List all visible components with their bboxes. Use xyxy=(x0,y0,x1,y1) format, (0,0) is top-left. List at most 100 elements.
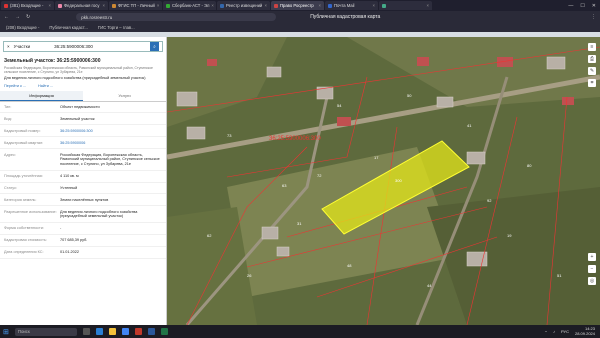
close-icon[interactable]: × xyxy=(319,3,321,8)
close-icon[interactable]: × xyxy=(427,3,429,8)
zoom-in-icon[interactable]: + xyxy=(588,253,596,261)
bookmark-item[interactable]: (208) Входящие - xyxy=(6,25,39,30)
bookmark-item[interactable]: ГИС Торги – глав... xyxy=(98,25,135,30)
search-icon[interactable]: ⌕ xyxy=(150,42,159,51)
attribute-key: Тип: xyxy=(4,104,12,109)
locate-icon[interactable]: ◎ xyxy=(588,277,596,285)
search-type-select[interactable]: Участки xyxy=(14,44,31,49)
close-icon[interactable]: × xyxy=(49,3,51,8)
tab-info[interactable]: Информация xyxy=(0,90,83,101)
chrome-icon[interactable] xyxy=(121,328,129,335)
back-icon[interactable]: ← xyxy=(4,14,9,20)
parcel-number: 62 xyxy=(207,233,212,238)
yandex-icon[interactable] xyxy=(134,328,142,335)
task-view-icon[interactable] xyxy=(82,328,90,335)
attribute-key: Кадастровый номер: xyxy=(4,128,41,133)
parcel-number: 48 xyxy=(347,263,352,268)
maximize-icon[interactable]: ☐ xyxy=(580,3,584,9)
browser-tab[interactable]: Сбербанк-АСТ - Эл × xyxy=(163,1,216,10)
map-view[interactable]: 36:25:5900006:300 300 54 17 63 31 73 50 … xyxy=(167,37,600,325)
address-bar: ← → ↻ pkk.rosreestr.ru Публичная кадастр… xyxy=(0,11,600,23)
parcel-number: 92 xyxy=(487,198,492,203)
edit-icon[interactable]: ✎ xyxy=(588,67,596,75)
url-text: pkk.rosreestr.ru xyxy=(81,14,113,20)
tab-label: Право Росреестр xyxy=(280,3,314,8)
object-purpose: Для ведения личного подсобного хозяйства… xyxy=(4,76,146,80)
close-icon[interactable]: × xyxy=(157,3,159,8)
tab-label: (381) Входящие - xyxy=(10,3,44,8)
browser-tab[interactable]: ФГИС ТП - Личный × xyxy=(109,1,162,10)
attribute-row: Кадастровый квартал: 36:25:5900006 xyxy=(0,137,166,150)
bookmark-item[interactable]: Публичная кадаст... xyxy=(49,25,87,30)
minimize-icon[interactable]: — xyxy=(568,3,573,9)
browser-tab[interactable]: Реестр извещений × xyxy=(217,1,270,10)
excel-icon[interactable] xyxy=(160,328,168,335)
attribute-value[interactable]: 36:25:5900006:300 xyxy=(60,129,93,134)
search-input[interactable]: 36:25:5900006:300 xyxy=(54,44,93,49)
explorer-icon[interactable] xyxy=(108,328,116,335)
tab-services[interactable]: Услуги xyxy=(83,91,166,101)
taskbar-search-placeholder: Поиск xyxy=(17,329,30,334)
parcel-number: 50 xyxy=(407,93,412,98)
parcel-number: 44 xyxy=(427,283,432,288)
panel-links: Перейти к ... Найти ... xyxy=(0,83,166,89)
attribute-row: Разрешенное использование: Для ведения ли… xyxy=(0,206,166,223)
browser-tab[interactable]: × xyxy=(379,1,432,10)
clock-date: 28.09.2024 xyxy=(574,330,595,336)
browser-tab[interactable]: Почта Mail × xyxy=(325,1,378,10)
attribute-value: Земельный участок xyxy=(60,116,95,121)
browser-tab[interactable]: Право Росреестр × xyxy=(271,1,324,10)
attribute-row: Площадь уточнённая: 4 110 кв. м xyxy=(0,171,166,183)
menu-icon[interactable]: ⋮ xyxy=(591,14,596,20)
parcel-number: 63 xyxy=(282,183,287,188)
language-indicator[interactable]: РУС xyxy=(561,329,569,334)
close-window-icon[interactable]: ✕ xyxy=(592,3,596,9)
close-icon[interactable]: × xyxy=(211,3,213,8)
attribute-key: Кадастровая стоимость: xyxy=(4,238,47,243)
measure-icon[interactable]: ⌗ xyxy=(588,79,596,87)
browser-tab[interactable]: Федеральная госу × xyxy=(55,1,108,10)
attribute-row: Кадастровая стоимость: 707 685,39 руб. xyxy=(0,235,166,247)
attribute-value: Земли населённых пунктов xyxy=(60,197,109,202)
parcel-number: 31 xyxy=(297,221,302,226)
browser-tab-bar: (381) Входящие - × Федеральная госу × ФГИС… xyxy=(0,0,600,11)
zoom-out-icon[interactable]: − xyxy=(588,265,596,273)
volume-icon[interactable]: ♪ xyxy=(553,329,555,334)
close-icon[interactable]: × xyxy=(265,3,267,8)
close-icon[interactable]: × xyxy=(373,3,375,8)
tab-label: Сбербанк-АСТ - Эл xyxy=(172,3,210,8)
attribute-row: Тип: Объект недвижимости xyxy=(0,102,166,114)
edge-icon[interactable] xyxy=(95,328,103,335)
attribute-value: Для ведения личного подсобного хозяйства… xyxy=(60,209,138,219)
print-icon[interactable]: ⎙ xyxy=(588,55,596,63)
parcel-number: 72 xyxy=(317,173,322,178)
search-bar[interactable]: × Участки 36:25:5900006:300 ⌕ xyxy=(3,41,163,52)
satellite-map[interactable]: 36:25:5900006:300 300 54 17 63 31 73 50 … xyxy=(167,37,600,325)
link-find[interactable]: Найти ... xyxy=(38,84,53,88)
reload-icon[interactable]: ↻ xyxy=(26,14,30,20)
forward-icon[interactable]: → xyxy=(15,14,20,20)
object-title: Земельный участок: 36:25:5900006:300 xyxy=(4,58,101,64)
parcel-number: 17 xyxy=(374,155,379,160)
attribute-row: Дата определения КС: 01.01.2022 xyxy=(0,247,166,259)
word-icon[interactable] xyxy=(147,328,155,335)
browser-tab[interactable]: (381) Входящие - × xyxy=(1,1,54,10)
attribute-key: Вид: xyxy=(4,116,12,121)
windows-start-icon[interactable]: ⊞ xyxy=(3,328,9,336)
attribute-key: Статус: xyxy=(4,185,18,190)
url-field[interactable]: pkk.rosreestr.ru xyxy=(76,13,277,21)
close-icon[interactable]: × xyxy=(7,44,10,49)
taskbar-search[interactable]: Поиск xyxy=(14,327,77,336)
clock[interactable]: 14:23 28.09.2024 xyxy=(574,326,595,336)
info-panel: × Участки 36:25:5900006:300 ⌕ Земельный … xyxy=(0,37,167,325)
wifi-icon[interactable]: ◔ xyxy=(545,329,547,334)
attribute-row: Форма собственности: - xyxy=(0,223,166,235)
link-go-to[interactable]: Перейти к ... xyxy=(4,84,26,88)
page-title: Публичная кадастровая карта xyxy=(310,14,381,20)
attribute-value: - xyxy=(60,226,62,231)
layers-icon[interactable]: ≡ xyxy=(588,43,596,51)
close-icon[interactable]: × xyxy=(103,3,105,8)
attribute-value[interactable]: 36:25:5900006 xyxy=(60,141,85,146)
window-controls: — ☐ ✕ xyxy=(568,3,600,9)
attribute-row: Статус: Учтенный xyxy=(0,183,166,195)
